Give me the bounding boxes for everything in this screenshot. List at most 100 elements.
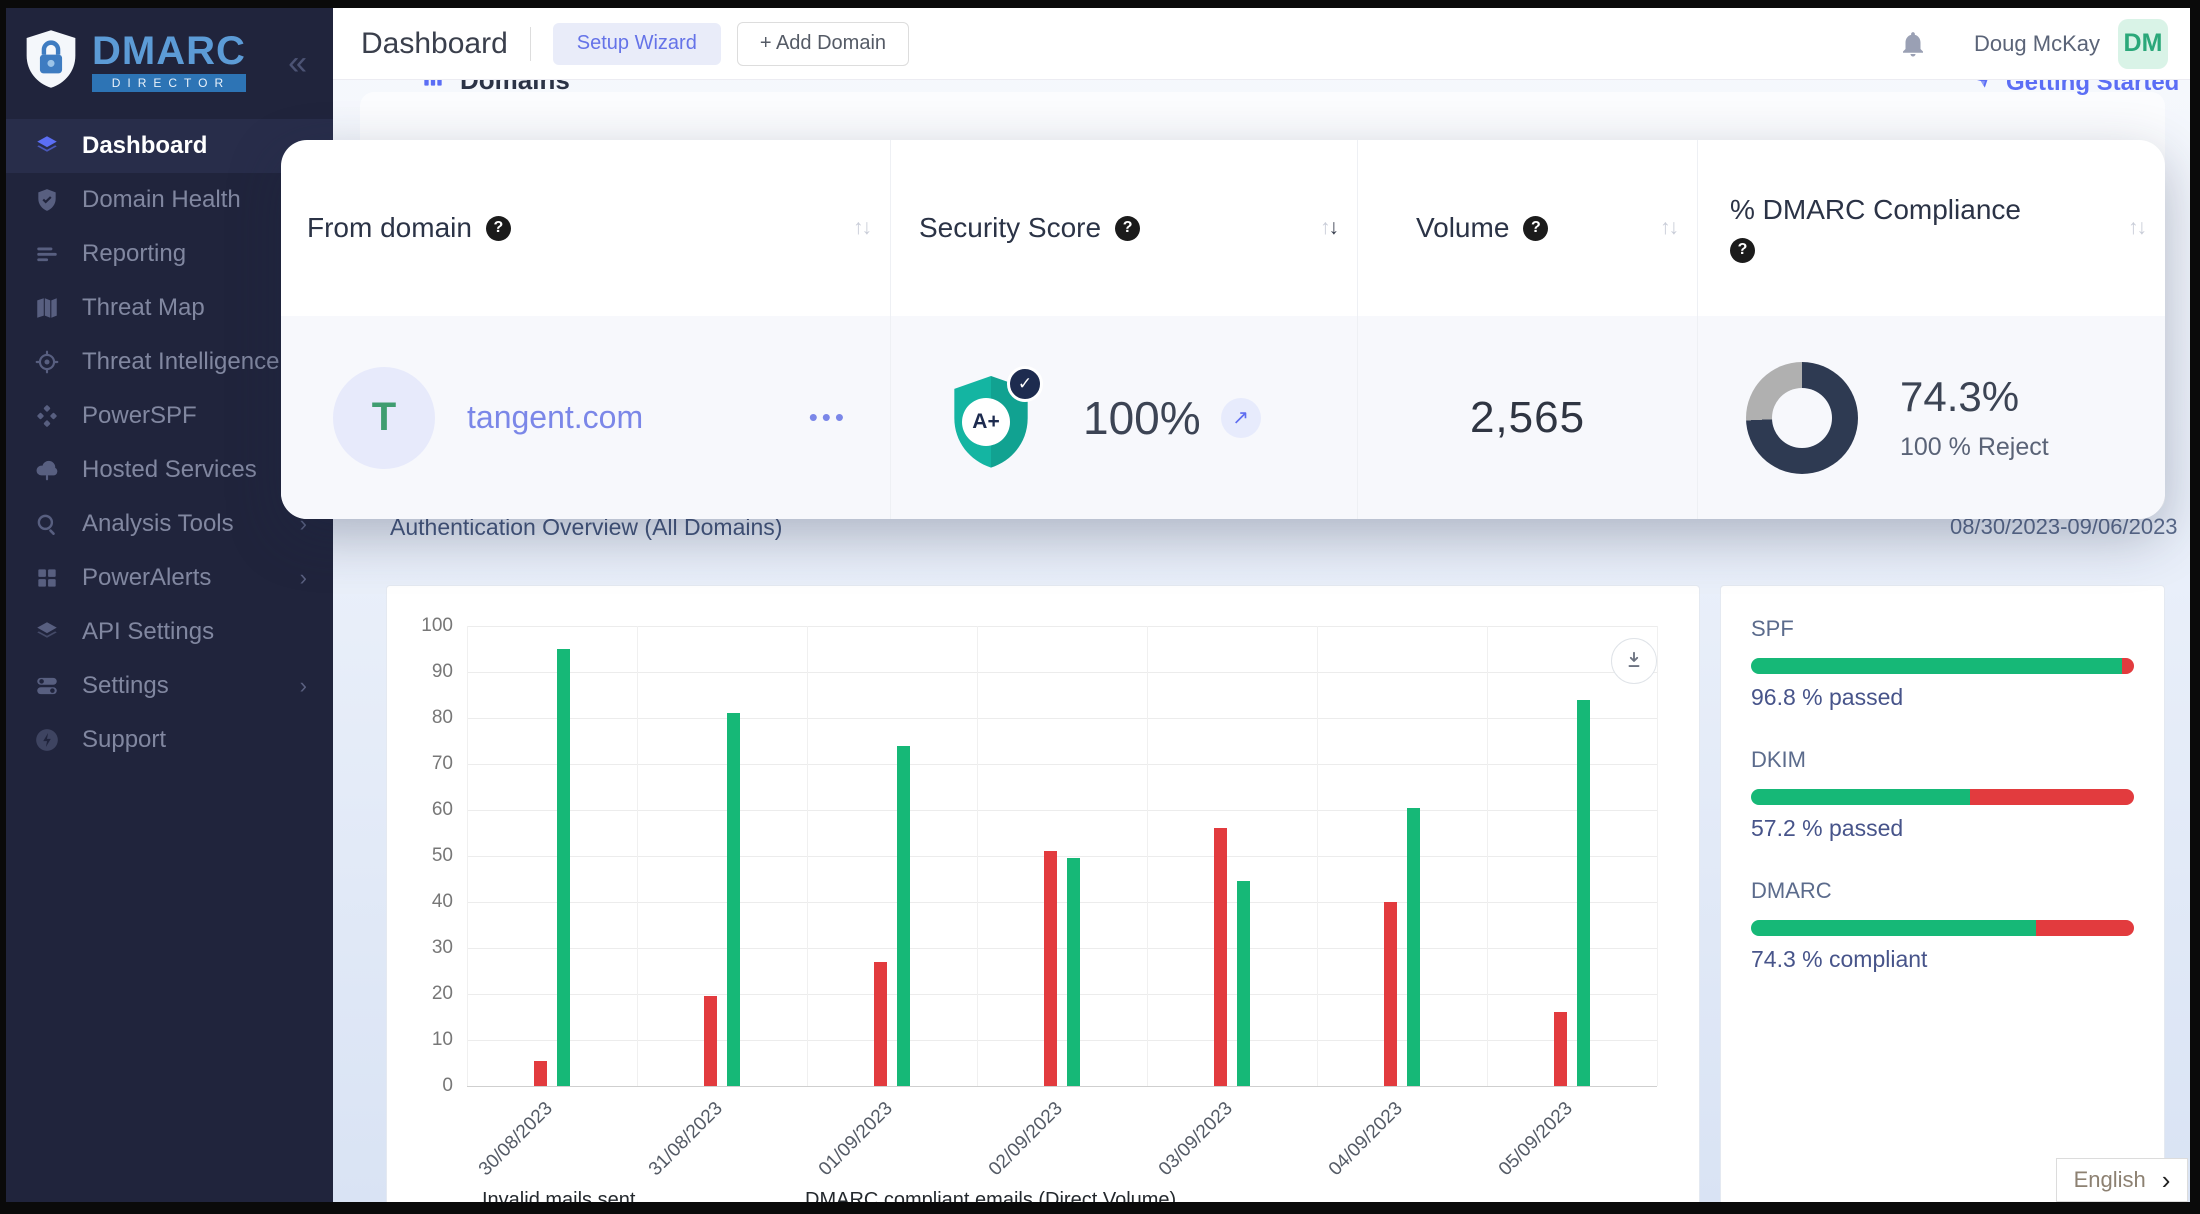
y-axis-tick-label: 60 (387, 799, 453, 821)
authentication-chart-card: 010203040506070809010030/08/202331/08/20… (386, 585, 1700, 1213)
gridline (637, 626, 638, 1086)
sort-arrows-icon[interactable]: ↑↓ (1660, 216, 1677, 240)
sidebar-item-api-settings[interactable]: API Settings (0, 605, 333, 659)
sidebar-item-label: Support (82, 726, 166, 754)
gridline (467, 764, 1657, 765)
lines-icon (34, 241, 60, 267)
summary-label: DKIM (1751, 747, 2134, 773)
y-axis-tick-label: 30 (387, 937, 453, 959)
bar-compliant-30/08/2023 (557, 649, 570, 1086)
sort-arrows-icon[interactable]: ↑↓ (853, 216, 870, 240)
add-domain-button[interactable]: + Add Domain (737, 22, 909, 66)
table-row-cell-volume: 2,565 (1358, 316, 1698, 519)
table-row-cell-compliance: 74.3% 100 % Reject (1698, 316, 2165, 519)
user-avatar[interactable]: DM (2118, 19, 2168, 69)
summary-percent-text: 96.8 % passed (1751, 684, 2134, 711)
help-icon[interactable]: ? (1730, 238, 1755, 263)
language-selector[interactable]: English › (2056, 1158, 2188, 1202)
page-title: Dashboard (361, 27, 508, 61)
column-label: From domain (307, 212, 472, 244)
grid-icon (34, 565, 60, 591)
bar-compliant-03/09/2023 (1237, 881, 1250, 1086)
setup-wizard-button[interactable]: Setup Wizard (553, 23, 721, 65)
score-external-link-icon[interactable]: ↗ (1221, 398, 1261, 438)
help-icon[interactable]: ? (486, 216, 511, 241)
map-icon (34, 295, 60, 321)
sidebar-item-label: Settings (82, 672, 169, 700)
sort-arrows-icon[interactable]: ↑↓ (1320, 216, 1337, 240)
gridline (467, 902, 1657, 903)
sidebar-item-label: PowerSPF (82, 402, 197, 430)
chart-download-button[interactable] (1611, 638, 1657, 684)
progress-failed (2036, 920, 2134, 936)
gridline (1147, 626, 1148, 1086)
summary-progress-bar (1751, 658, 2134, 674)
compliance-donut-chart (1746, 362, 1858, 474)
security-grade-shield-icon: A+ ✓ (947, 366, 1043, 470)
table-row-cell-domain: T tangent.com ••• (281, 316, 891, 519)
bar-compliant-31/08/2023 (727, 713, 740, 1086)
dots-diamond-icon (34, 403, 60, 429)
topbar-divider (530, 27, 531, 61)
summary-progress-bar (1751, 920, 2134, 936)
sidebar-item-label: Reporting (82, 240, 186, 268)
sidebar-item-support[interactable]: Support (0, 713, 333, 767)
gridline (467, 718, 1657, 719)
y-axis-tick-label: 100 (387, 615, 453, 637)
dmarc-director-dashboard: Domains Getting Started DMARC DIRECTOR « (0, 0, 2200, 1214)
summary-percent-text: 74.3 % compliant (1751, 946, 2134, 973)
sort-arrows-icon[interactable]: ↑↓ (2128, 216, 2145, 240)
gridline (467, 626, 1657, 627)
notifications-bell-icon[interactable] (1898, 29, 1928, 59)
y-axis-tick-label: 90 (387, 661, 453, 683)
verified-check-icon: ✓ (1007, 366, 1043, 402)
auth-summary-spf: SPF96.8 % passed (1751, 616, 2134, 711)
user-name[interactable]: Doug McKay (1974, 31, 2100, 57)
y-axis-tick-label: 20 (387, 983, 453, 1005)
column-header--dmarc-compliance[interactable]: % DMARC Compliance?↑↓ (1698, 140, 2165, 316)
bolt-circle-icon (34, 727, 60, 753)
screenshot-border-top (0, 0, 2200, 8)
gridline (467, 1086, 1657, 1087)
help-icon[interactable]: ? (1523, 216, 1548, 241)
grade-label: A+ (962, 398, 1010, 446)
y-axis-tick-label: 80 (387, 707, 453, 729)
y-axis-tick-label: 10 (387, 1029, 453, 1051)
domain-link[interactable]: tangent.com (467, 399, 643, 436)
gridline (467, 810, 1657, 811)
sidebar-item-label: API Settings (82, 618, 214, 646)
gridline (467, 626, 468, 1086)
x-axis-tick-label: 04/09/2023 (1286, 1098, 1408, 1213)
sidebar-item-label: Hosted Services (82, 456, 257, 484)
gridline (977, 626, 978, 1086)
gridline (1487, 626, 1488, 1086)
sidebar-item-settings[interactable]: Settings› (0, 659, 333, 713)
gridline (1317, 626, 1318, 1086)
sidebar-item-label: Threat Intelligence (82, 348, 279, 376)
domain-table-panel: From domain?↑↓Security Score?↑↓Volume?↑↓… (281, 140, 2165, 519)
chevron-right-icon: › (300, 565, 307, 591)
gridline (467, 1040, 1657, 1041)
sidebar-item-label: Domain Health (82, 186, 241, 214)
shield-lock-logo-icon (22, 28, 80, 95)
compliance-note: 100 % Reject (1900, 433, 2049, 462)
summary-label: DMARC (1751, 878, 2134, 904)
column-header-volume[interactable]: Volume?↑↓ (1358, 140, 1698, 316)
domain-avatar: T (333, 367, 435, 469)
row-menu-dots-icon[interactable]: ••• (809, 402, 848, 433)
help-icon[interactable]: ? (1115, 216, 1140, 241)
column-header-from-domain[interactable]: From domain? ↑↓ (281, 140, 891, 316)
volume-value: 2,565 (1470, 393, 1585, 443)
brand-logo: DMARC DIRECTOR « (0, 8, 333, 105)
bar-compliant-04/09/2023 (1407, 808, 1420, 1086)
sidebar-collapse-icon[interactable]: « (288, 44, 307, 83)
sidebar-item-poweralerts[interactable]: PowerAlerts› (0, 551, 333, 605)
bar-invalid-01/09/2023 (874, 962, 887, 1086)
progress-passed (1751, 658, 2122, 674)
column-header-security-score[interactable]: Security Score?↑↓ (891, 140, 1358, 316)
progress-passed (1751, 789, 1970, 805)
language-label: English (2074, 1167, 2146, 1193)
x-axis-tick-label: 05/09/2023 (1456, 1098, 1578, 1213)
bar-invalid-05/09/2023 (1554, 1012, 1567, 1086)
sidebar-item-label: Analysis Tools (82, 510, 234, 538)
